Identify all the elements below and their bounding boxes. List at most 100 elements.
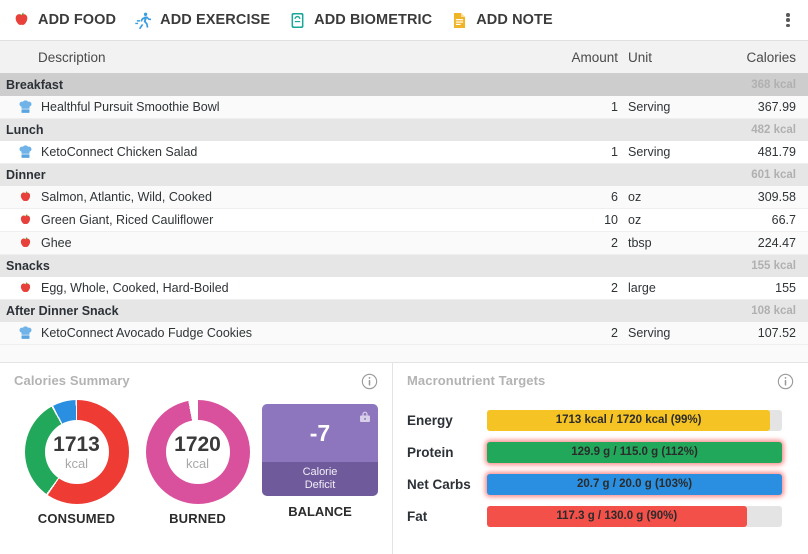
meal-kcal: 368 kcal [751,79,796,91]
macro-value-text: 117.3 g / 130.0 g (90%) [556,510,678,522]
burned-caption: BURNED [169,511,226,526]
food-amount: 10 [604,213,618,227]
meal-group-header[interactable]: Breakfast 368 kcal [0,74,808,96]
food-name: Green Giant, Riced Cauliflower [41,213,214,227]
food-name: Healthful Pursuit Smoothie Bowl [41,100,220,114]
meal-group-header[interactable]: Snacks 155 kcal [0,255,808,277]
burned-center-text: 1720 kcal [174,434,221,470]
add-food-label: ADD FOOD [38,12,117,28]
food-unit: Serving [628,145,671,159]
macro-label: Energy [407,412,453,428]
meal-group-header[interactable]: After Dinner Snack 108 kcal [0,300,808,322]
more-options-button[interactable] [780,11,796,29]
macro-progress-track: 129.9 g / 115.0 g (112%) [487,441,782,463]
balance-cell: -7 Calorie Deficit BALANCE [262,400,378,519]
meal-kcal: 601 kcal [751,169,796,181]
balance-top: -7 [262,404,378,462]
macro-label: Fat [407,508,428,524]
food-amount: 2 [611,326,618,340]
consumed-caption: CONSUMED [37,511,116,526]
info-icon[interactable] [361,373,378,390]
macro-value-text: 20.7 g / 20.0 g (103%) [576,478,693,490]
column-unit[interactable]: Unit [628,50,716,65]
table-row[interactable]: Ghee 2 tbsp 224.47 [0,232,808,255]
kebab-dot [786,18,790,22]
add-biometric-label: ADD BIOMETRIC [314,12,433,28]
calories-summary-title: Calories Summary [14,373,130,388]
table-header: Description Amount Unit Calories [0,41,808,74]
table-row[interactable]: KetoConnect Avocado Fudge Cookies 2 Servin… [0,322,808,345]
macro-value-text: 129.9 g / 115.0 g (112%) [571,446,698,458]
food-name: KetoConnect Chicken Salad [41,145,198,159]
food-calories: 309.58 [757,190,796,204]
food-name: KetoConnect Avocado Fudge Cookies [41,326,253,340]
top-toolbar: ADD FOOD ADD EXERCISE ADD BIOMETRIC ADD … [0,0,808,40]
balance-bottom: Calorie Deficit [262,462,378,496]
food-calories: 367.99 [757,100,796,114]
consumed-value: 1713 [53,433,100,456]
macro-progress-fill: 1713 kcal / 1720 kcal (99%) [487,409,771,431]
macro-progress-track: 1713 kcal / 1720 kcal (99%) [487,409,782,431]
macro-row: Fat 117.3 g / 130.0 g (90%) [407,500,794,532]
summary-panels: Calories Summary 1713 kcal CONSUMED 1720… [0,362,808,554]
food-amount: 2 [611,281,618,295]
table-row[interactable]: KetoConnect Chicken Salad 1 Serving 481.79 [0,141,808,164]
kebab-dot [786,23,790,27]
macro-row: Protein 129.9 g / 115.0 g (112%) [407,436,794,468]
table-body: Breakfast 368 kcal Healthful Pursuit Smoot… [0,74,808,345]
calories-charts: 1713 kcal CONSUMED 1720 kcal BURNED -7 C… [14,400,378,526]
column-amount[interactable]: Amount [542,50,628,65]
note-icon [450,11,469,30]
food-name: Ghee [41,236,72,250]
runner-icon [134,11,153,30]
macro-row: Net Carbs 20.7 g / 20.0 g (103%) [407,468,794,500]
info-icon[interactable] [777,373,794,390]
food-calories: 481.79 [757,145,796,159]
burned-value: 1720 [174,433,221,456]
food-amount: 1 [611,145,618,159]
apple-icon [18,213,33,228]
food-name: Salmon, Atlantic, Wild, Cooked [41,190,212,204]
food-calories: 224.47 [757,236,796,250]
table-row[interactable]: Salmon, Atlantic, Wild, Cooked 6 oz 309.58 [0,186,808,209]
apple-icon [18,281,33,296]
macro-bar-list: Energy 1713 kcal / 1720 kcal (99%) Protein… [407,404,794,532]
meal-name: Dinner [6,168,46,182]
meal-name: Lunch [6,123,44,137]
calories-summary-panel: Calories Summary 1713 kcal CONSUMED 1720… [0,363,393,554]
add-food-button[interactable]: ADD FOOD [8,7,130,34]
add-note-button[interactable]: ADD NOTE [446,7,567,34]
balance-line2: Deficit [304,479,336,491]
add-exercise-label: ADD EXERCISE [160,12,271,28]
add-exercise-button[interactable]: ADD EXERCISE [130,7,284,34]
macro-value-text: 1713 kcal / 1720 kcal (99%) [555,414,702,426]
food-log-table: Description Amount Unit Calories Breakfa… [0,40,808,362]
macro-progress-track: 20.7 g / 20.0 g (103%) [487,473,782,495]
add-note-label: ADD NOTE [476,12,553,28]
table-row[interactable]: Egg, Whole, Cooked, Hard-Boiled 2 large 155 [0,277,808,300]
meal-name: Breakfast [6,78,63,92]
consumed-unit: kcal [64,456,89,471]
chef-hat-icon [18,144,33,160]
column-description[interactable]: Description [0,50,542,65]
macro-title: Macronutrient Targets [407,373,546,388]
column-calories[interactable]: Calories [716,50,808,65]
balance-value: -7 [309,419,331,446]
food-unit: Serving [628,100,671,114]
table-row[interactable]: Healthful Pursuit Smoothie Bowl 1 Serving 3… [0,96,808,119]
meal-kcal: 108 kcal [751,305,796,317]
balance-line1: Calorie [302,465,338,478]
food-unit: tbsp [628,236,652,250]
add-biometric-button[interactable]: ADD BIOMETRIC [284,7,446,34]
meal-group-header[interactable]: Dinner 601 kcal [0,164,808,186]
food-amount: 1 [611,100,618,114]
food-calories: 66.7 [771,213,796,227]
meal-kcal: 482 kcal [751,124,796,136]
consumed-chart-cell: 1713 kcal CONSUMED [20,400,133,526]
macro-progress-fill: 129.9 g / 115.0 g (112%) [487,441,782,463]
meal-group-header[interactable]: Lunch 482 kcal [0,119,808,141]
balance-caption: BALANCE [288,504,352,519]
table-row[interactable]: Green Giant, Riced Cauliflower 10 oz 66.7 [0,209,808,232]
balance-card[interactable]: -7 Calorie Deficit [262,404,378,496]
chef-hat-icon [18,99,33,115]
